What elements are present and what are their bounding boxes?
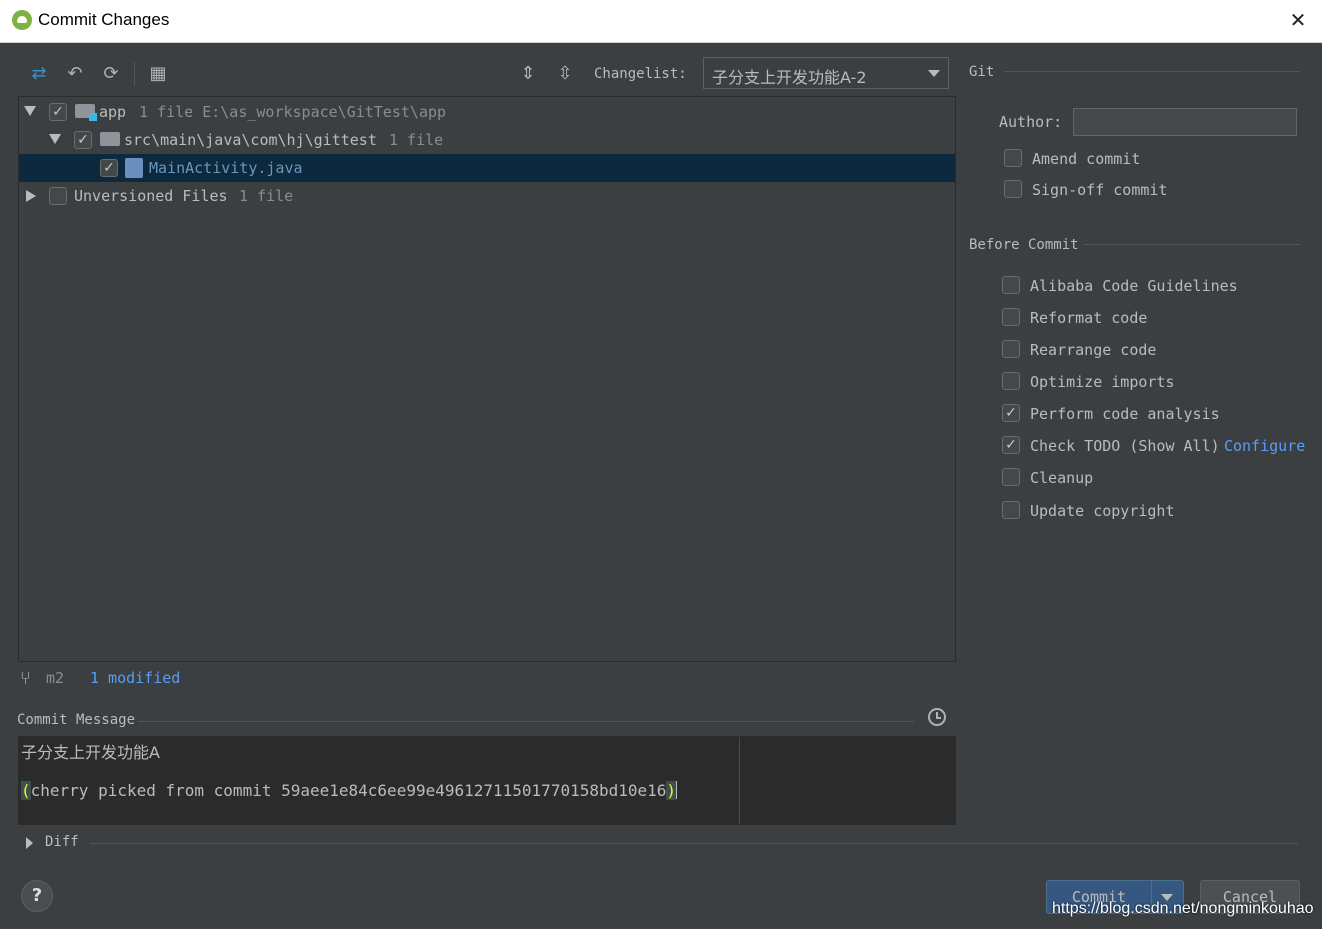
divider bbox=[1004, 71, 1300, 72]
checkbox[interactable]: ✓ bbox=[1002, 436, 1020, 454]
option-label: Perform code analysis bbox=[1030, 405, 1220, 423]
close-button[interactable]: ✕ bbox=[1286, 8, 1310, 32]
close-paren: ) bbox=[666, 781, 677, 800]
signoff-commit-checkbox[interactable]: Sign-off commit bbox=[1004, 180, 1167, 202]
cherry-pick-text: cherry picked from commit 59aee1e84c6ee9… bbox=[30, 781, 667, 800]
option-label: Alibaba Code Guidelines bbox=[1030, 277, 1238, 295]
option-label: Rearrange code bbox=[1030, 341, 1157, 359]
collapse-arrow-icon[interactable] bbox=[26, 190, 36, 202]
tree-checkbox[interactable]: ✓ bbox=[100, 159, 118, 177]
divider bbox=[90, 843, 1298, 844]
refresh-icon[interactable]: ⟳ bbox=[99, 62, 123, 86]
modified-count-link[interactable]: 1 modified bbox=[90, 669, 180, 687]
chevron-down-icon bbox=[928, 70, 940, 77]
tree-row-unversioned[interactable]: Unversioned Files 1 file bbox=[19, 182, 955, 210]
show-diff-icon[interactable]: ⇄ bbox=[27, 62, 51, 86]
amend-commit-checkbox[interactable]: Amend commit bbox=[1004, 149, 1140, 171]
help-button[interactable]: ? bbox=[21, 880, 53, 912]
update-copyright-checkbox[interactable]: Update copyright bbox=[1002, 501, 1175, 523]
divider bbox=[138, 721, 914, 722]
reformat-code-checkbox[interactable]: Reformat code bbox=[1002, 308, 1147, 330]
option-label: Reformat code bbox=[1030, 309, 1148, 327]
option-label: Optimize imports bbox=[1030, 373, 1175, 391]
collapse-all-icon[interactable]: ⇳ bbox=[553, 62, 577, 86]
cleanup-checkbox[interactable]: Cleanup bbox=[1002, 468, 1093, 490]
alibaba-guidelines-checkbox[interactable]: Alibaba Code Guidelines bbox=[1002, 276, 1238, 298]
checkbox[interactable] bbox=[1004, 149, 1022, 167]
branch-name: m2 bbox=[46, 669, 65, 687]
checkbox[interactable] bbox=[1002, 468, 1020, 486]
tree-row-package[interactable]: ✓ src\main\java\com\hj\gittest 1 file bbox=[19, 126, 955, 154]
rearrange-code-checkbox[interactable]: Rearrange code bbox=[1002, 340, 1156, 362]
watermark: https://blog.csdn.net/nongminkouhao bbox=[1052, 900, 1314, 917]
group-by-icon[interactable]: ▦ bbox=[146, 62, 170, 86]
divider bbox=[1084, 244, 1300, 245]
before-commit-section-label: Before Commit bbox=[969, 237, 1079, 253]
open-paren: ( bbox=[21, 781, 31, 800]
changelist-value: 子分支上开发功能A-2 bbox=[712, 68, 867, 87]
tree-node-name: src\main\java\com\hj\gittest bbox=[124, 131, 377, 149]
module-folder-icon bbox=[75, 104, 97, 121]
android-studio-icon bbox=[12, 10, 32, 30]
commit-message-line-2: (cherry picked from commit 59aee1e84c6ee… bbox=[21, 781, 678, 800]
window-title: Commit Changes bbox=[38, 10, 170, 29]
tree-checkbox[interactable] bbox=[49, 187, 67, 205]
perform-code-analysis-checkbox[interactable]: ✓ Perform code analysis bbox=[1002, 404, 1220, 426]
checkbox[interactable] bbox=[1002, 372, 1020, 390]
tree-node-info: 1 file E:\as_workspace\GitTest\app bbox=[139, 103, 447, 121]
checkbox[interactable] bbox=[1004, 180, 1022, 198]
rollback-icon[interactable]: ↶ bbox=[63, 62, 87, 86]
changelist-dropdown[interactable]: 子分支上开发功能A-2 bbox=[703, 57, 949, 89]
commit-message-editor[interactable]: 子分支上开发功能A (cherry picked from commit 59a… bbox=[18, 736, 956, 825]
checkbox[interactable] bbox=[1002, 308, 1020, 326]
git-section-label: Git bbox=[969, 64, 995, 80]
author-input[interactable] bbox=[1073, 108, 1297, 136]
expand-arrow-icon[interactable] bbox=[24, 106, 36, 116]
check-todo-checkbox[interactable]: ✓ Check TODO (Show All) Configure bbox=[1002, 436, 1305, 458]
checkbox[interactable] bbox=[1002, 501, 1020, 519]
option-label: Cleanup bbox=[1030, 469, 1094, 487]
author-label: Author: bbox=[999, 113, 1063, 131]
java-file-icon bbox=[125, 158, 143, 178]
checkbox[interactable] bbox=[1002, 340, 1020, 358]
title-bar: Commit Changes ✕ bbox=[0, 0, 1322, 43]
option-label: Update copyright bbox=[1030, 502, 1175, 520]
diff-label[interactable]: Diff bbox=[45, 834, 79, 850]
expand-arrow-icon[interactable] bbox=[49, 134, 61, 144]
tree-row-app[interactable]: ✓ app 1 file E:\as_workspace\GitTest\app bbox=[19, 98, 955, 126]
tree-node-info: 1 file bbox=[239, 187, 294, 205]
signoff-commit-label: Sign-off commit bbox=[1032, 181, 1168, 199]
folder-icon bbox=[100, 132, 120, 146]
tree-row-mainactivity[interactable]: ✓ MainActivity.java bbox=[19, 154, 955, 182]
expand-all-icon[interactable]: ⇕ bbox=[516, 62, 540, 86]
changes-tree[interactable]: ✓ app 1 file E:\as_workspace\GitTest\app… bbox=[18, 96, 956, 662]
toolbar-separator bbox=[134, 62, 135, 86]
optimize-imports-checkbox[interactable]: Optimize imports bbox=[1002, 372, 1175, 394]
history-clock-icon[interactable] bbox=[928, 708, 946, 726]
option-label: Check TODO (Show All) bbox=[1030, 437, 1220, 455]
configure-link[interactable]: Configure bbox=[1224, 437, 1305, 455]
tree-node-info: 1 file bbox=[389, 131, 444, 149]
right-margin-guide bbox=[739, 737, 740, 824]
changelist-label: Changelist: bbox=[594, 66, 687, 82]
commit-message-label: Commit Message bbox=[17, 712, 136, 728]
amend-commit-label: Amend commit bbox=[1032, 150, 1141, 168]
checkbox[interactable]: ✓ bbox=[1002, 404, 1020, 422]
tree-node-name: app bbox=[99, 103, 127, 121]
tree-node-name: Unversioned Files bbox=[74, 187, 228, 205]
branch-icon: ⑂ bbox=[20, 668, 31, 689]
text-caret bbox=[676, 781, 678, 799]
checkbox[interactable] bbox=[1002, 276, 1020, 294]
tree-checkbox[interactable]: ✓ bbox=[74, 131, 92, 149]
diff-expand-icon[interactable] bbox=[26, 837, 33, 849]
tree-checkbox[interactable]: ✓ bbox=[49, 103, 67, 121]
commit-message-line-1: 子分支上开发功能A bbox=[21, 743, 160, 762]
tree-node-name: MainActivity.java bbox=[149, 159, 303, 177]
